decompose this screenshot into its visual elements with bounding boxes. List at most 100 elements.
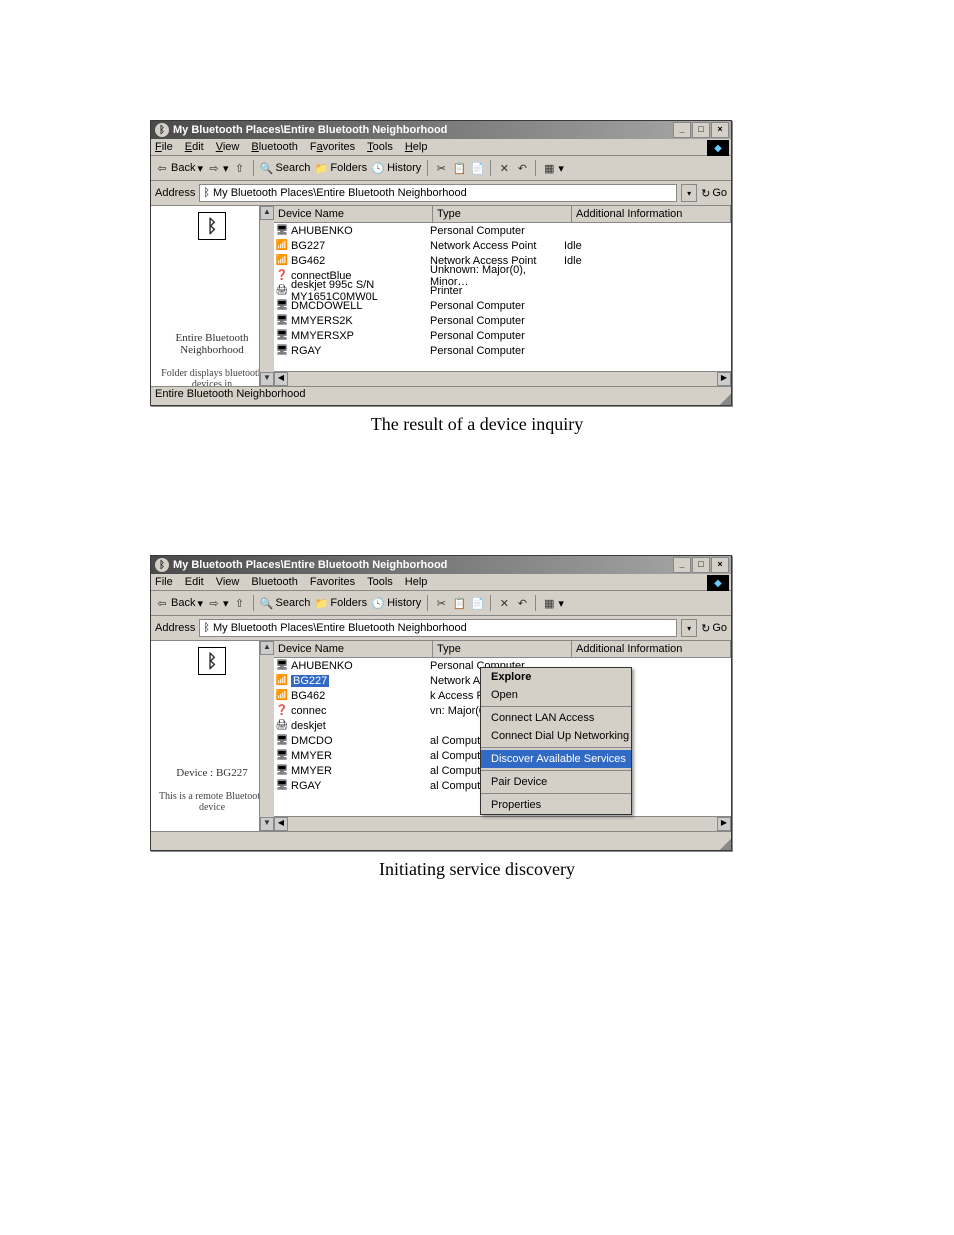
table-row[interactable]: 🖥MMYERS2KPersonal Computer [274,313,731,328]
maximize-button[interactable]: □ [692,557,710,573]
col-device-name[interactable]: Device Name [274,206,433,222]
ctx-discover-services[interactable]: Discover Available Services [481,750,631,768]
table-row[interactable]: 🖥MMYERSXPPersonal Computer [274,328,731,343]
col-type[interactable]: Type [433,641,572,657]
paste-button[interactable]: 📄 [470,596,484,610]
menu-tools[interactable]: Tools [367,576,393,588]
col-additional-info[interactable]: Additional Information [572,206,731,222]
menu-edit[interactable]: Edit [185,576,204,588]
col-device-name[interactable]: Device Name [274,641,433,657]
titlebar[interactable]: ᛒ My Bluetooth Places\Entire Bluetooth N… [151,121,731,139]
menu-favorites[interactable]: Favorites [310,576,355,588]
ctx-properties[interactable]: Properties [481,796,631,814]
go-button[interactable]: ↻ Go [701,622,727,635]
cut-button[interactable]: ✂ [434,161,448,175]
ctx-pair-device[interactable]: Pair Device [481,773,631,791]
device-info: Idle [562,255,731,267]
scroll-right-button[interactable]: ▶ [717,372,731,386]
views-button[interactable]: ▦ ▾ [542,161,564,175]
ctx-open[interactable]: Open [481,686,631,704]
copy-icon: 📋 [452,161,466,175]
delete-button[interactable]: ✕ [497,596,511,610]
back-button[interactable]: ⇦Back ▾ [155,596,203,610]
forward-button[interactable]: ⇨ ▾ [207,161,229,175]
forward-button[interactable]: ⇨ ▾ [207,596,229,610]
address-value: My Bluetooth Places\Entire Bluetooth Nei… [213,187,467,199]
close-button[interactable]: × [711,122,729,138]
menu-favorites[interactable]: Favorites [310,141,355,153]
search-button[interactable]: 🔍Search [260,161,311,175]
panel-scrollbar[interactable]: ▲ ▼ [259,641,274,831]
delete-button[interactable]: ✕ [497,161,511,175]
address-dropdown[interactable]: ▾ [681,184,697,202]
copy-button[interactable]: 📋 [452,161,466,175]
device-type: Personal Computer [428,315,562,327]
scroll-left-button[interactable]: ◀ [274,372,288,386]
context-menu: Explore Open Connect LAN Access Connect … [480,667,632,815]
table-row[interactable]: 🖥DMCDOWELLPersonal Computer [274,298,731,313]
titlebar[interactable]: ᛒ My Bluetooth Places\Entire Bluetooth N… [151,556,731,574]
go-button[interactable]: ↻ Go [701,187,727,200]
list-hscrollbar[interactable]: ◀ ▶ [274,371,731,386]
history-button[interactable]: 🕓History [371,161,421,175]
scroll-up-button[interactable]: ▲ [260,641,274,655]
up-icon: ⇧ [233,596,247,610]
back-button[interactable]: ⇦Back ▾ [155,161,203,175]
close-button[interactable]: × [711,557,729,573]
menu-help[interactable]: Help [405,141,428,153]
minimize-button[interactable]: _ [673,122,691,138]
undo-button[interactable]: ↶ [515,161,529,175]
address-dropdown[interactable]: ▾ [681,619,697,637]
menu-file[interactable]: File [155,576,173,588]
menu-bluetooth[interactable]: Bluetooth [251,576,297,588]
scroll-up-button[interactable]: ▲ [260,206,274,220]
menu-bluetooth[interactable]: Bluetooth [251,141,298,153]
toolbar: ⇦Back ▾ ⇨ ▾ ⇧ 🔍Search 📁Folders 🕓History … [151,591,731,616]
scroll-right-button[interactable]: ▶ [717,817,731,831]
resize-grip[interactable] [717,391,731,405]
undo-button[interactable]: ↶ [515,596,529,610]
address-input[interactable]: ᛒ My Bluetooth Places\Entire Bluetooth N… [199,619,677,637]
list-hscrollbar[interactable]: ◀ ▶ [274,816,731,831]
paste-button[interactable]: 📄 [470,161,484,175]
menu-view[interactable]: View [216,576,240,588]
menu-label: ile [162,141,173,153]
device-name: DMCDO [291,735,333,747]
panel-scrollbar[interactable]: ▲ ▼ [259,206,274,386]
address-input[interactable]: ᛒ My Bluetooth Places\Entire Bluetooth N… [199,184,677,202]
ctx-explore[interactable]: Explore [481,668,631,686]
maximize-button[interactable]: □ [692,122,710,138]
table-row[interactable]: 🖨deskjet 995c S/N MY1651C0MW0LPrinter [274,283,731,298]
menu-file[interactable]: File [155,141,173,153]
cut-button[interactable]: ✂ [434,596,448,610]
folders-button[interactable]: 📁Folders [314,596,367,610]
views-button[interactable]: ▦ ▾ [542,596,564,610]
panel-heading: Device : BG227 [157,767,267,779]
menu-view[interactable]: View [216,141,240,153]
minimize-button[interactable]: _ [673,557,691,573]
table-row[interactable]: 📶BG227Network Access PointIdle [274,238,731,253]
col-type[interactable]: Type [433,206,572,222]
ctx-connect-lan[interactable]: Connect LAN Access [481,709,631,727]
history-button[interactable]: 🕓History [371,596,421,610]
scroll-down-button[interactable]: ▼ [260,817,274,831]
search-label: Search [276,597,311,609]
ctx-connect-dun[interactable]: Connect Dial Up Networking [481,727,631,745]
table-row[interactable]: 🖥RGAYPersonal Computer [274,343,731,358]
folders-button[interactable]: 📁Folders [314,161,367,175]
up-button[interactable]: ⇧ [233,596,247,610]
table-row[interactable]: 🖥AHUBENKOPersonal Computer [274,223,731,238]
scroll-left-button[interactable]: ◀ [274,817,288,831]
device-list: Device Name Type Additional Information … [274,206,731,386]
menu-edit[interactable]: Edit [185,141,204,153]
resize-grip[interactable] [717,836,731,850]
copy-button[interactable]: 📋 [452,596,466,610]
up-button[interactable]: ⇧ [233,161,247,175]
menu-help[interactable]: Help [405,576,428,588]
device-name: RGAY [291,345,321,357]
menu-tools[interactable]: Tools [367,141,393,153]
col-additional-info[interactable]: Additional Information [572,641,731,657]
search-button[interactable]: 🔍Search [260,596,311,610]
scroll-down-button[interactable]: ▼ [260,372,274,386]
figure-caption: The result of a device inquiry [150,414,804,435]
